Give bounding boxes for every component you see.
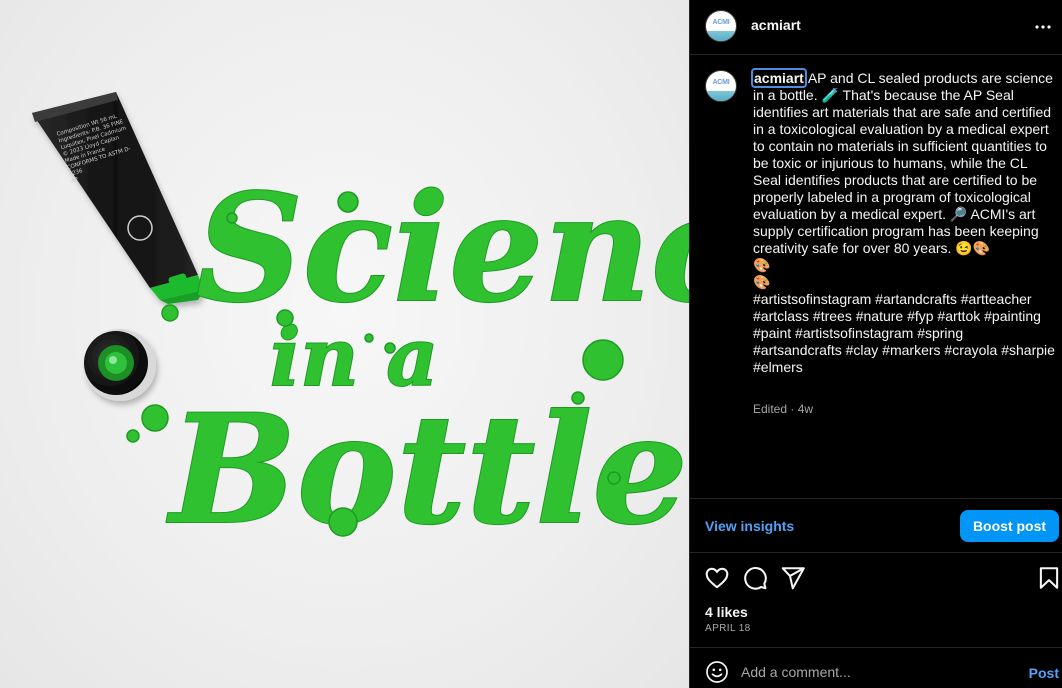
boost-post-button[interactable]: Boost post: [960, 510, 1059, 542]
caption-body: AP and CL sealed products are science in…: [753, 70, 1055, 375]
caption-avatar[interactable]: ACMI: [705, 70, 737, 102]
share-icon[interactable]: [780, 565, 806, 591]
caption-avatar-text: ACMI: [712, 79, 730, 86]
emoji-icon[interactable]: [705, 660, 729, 684]
post-sidebar: ACMI acmiart ACMI acmiart AP and CL seale…: [689, 0, 1062, 688]
post-header: ACMI acmiart: [690, 0, 1062, 55]
header-username[interactable]: acmiart: [751, 17, 801, 33]
avatar[interactable]: ACMI: [705, 10, 737, 42]
like-count[interactable]: 4 likes: [705, 604, 748, 620]
post-date: APRIL 18: [705, 623, 751, 634]
caption-username[interactable]: acmiart: [751, 68, 807, 88]
post-comment-button[interactable]: Post: [1029, 665, 1059, 681]
more-options-icon[interactable]: [1031, 15, 1055, 39]
tube-cap: [84, 329, 156, 401]
science-in-a-bottle-artwork: Science in a Bottle: [32, 92, 689, 559]
comment-icon[interactable]: [742, 565, 768, 591]
comment-bar: Post: [690, 647, 1062, 688]
post-image[interactable]: Science in a Bottle Composition Wt 56 mL…: [0, 0, 689, 688]
insights-bar: View insights Boost post: [690, 498, 1062, 553]
caption-avatar-band: [706, 91, 736, 101]
paint-tube: [32, 92, 204, 304]
heart-icon[interactable]: [704, 565, 730, 591]
caption-meta: Edited · 4w: [753, 402, 814, 416]
caption-text: acmiart AP and CL sealed products are sci…: [751, 68, 1055, 376]
view-insights-link[interactable]: View insights: [705, 518, 794, 534]
art-line-1: Science: [196, 161, 689, 335]
action-bar: [690, 563, 1062, 593]
caption-area: ACMI acmiart AP and CL sealed products ar…: [690, 55, 1062, 498]
comment-input[interactable]: [741, 660, 1011, 684]
art-line-3: Bottle: [166, 382, 688, 558]
avatar-text: ACMI: [712, 19, 730, 26]
avatar-band: [706, 31, 736, 41]
bookmark-icon[interactable]: [1036, 565, 1062, 591]
